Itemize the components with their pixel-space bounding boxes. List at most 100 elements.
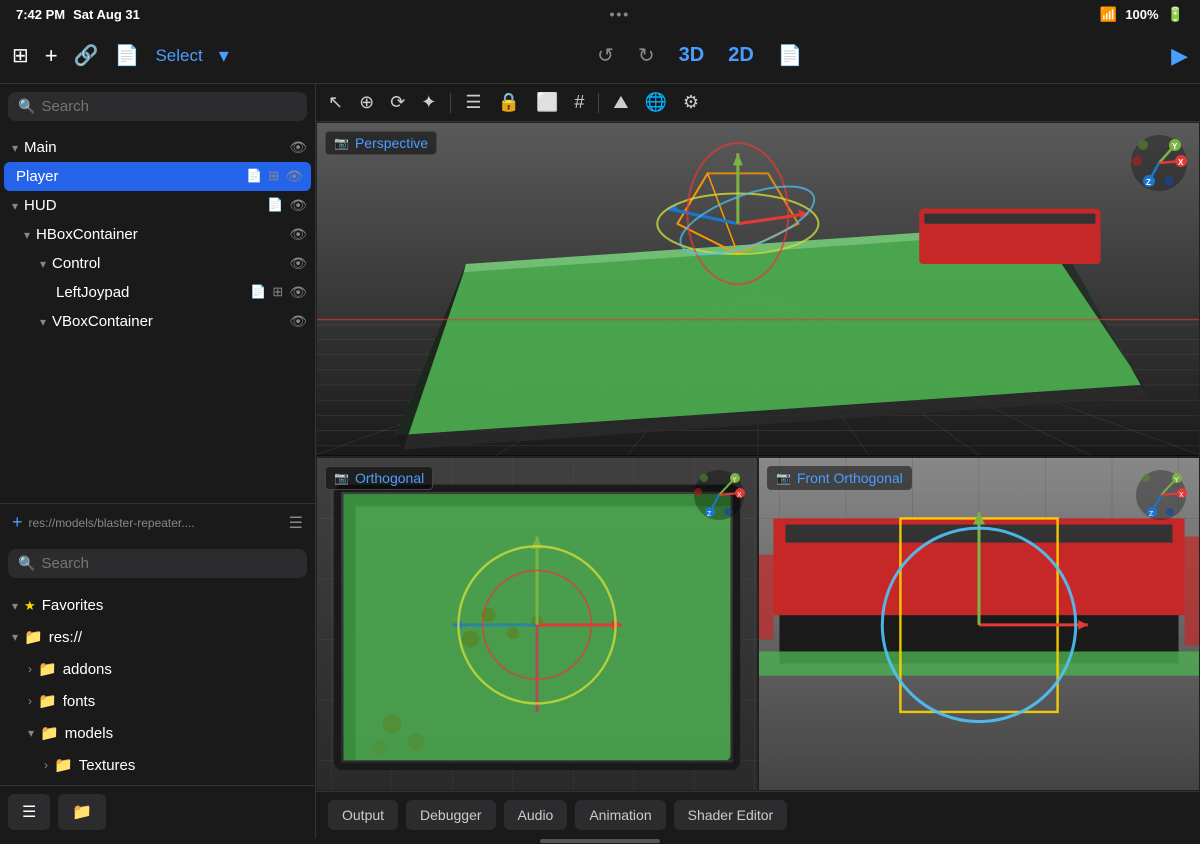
list-tool[interactable]: ☰	[461, 90, 485, 115]
fs-item-textures[interactable]: › 📁 Textures	[0, 749, 315, 781]
redo-icon[interactable]: ↻	[638, 43, 655, 68]
doc-icon-hud[interactable]: 📄	[267, 197, 283, 214]
file-new-icon[interactable]: 📄	[778, 43, 803, 68]
filter-icon[interactable]: ☰	[289, 513, 303, 533]
play-icon[interactable]: ▶	[1171, 43, 1188, 69]
sep1	[450, 93, 451, 113]
audio-tab[interactable]: Audio	[504, 800, 568, 830]
viewport-front-orthogonal[interactable]: 📷 Front Orthogonal Y X Z	[758, 457, 1200, 792]
add-resource-bar[interactable]: + res://models/blaster-repeater.... ☰	[0, 503, 315, 541]
btn-2d[interactable]: 2D	[728, 44, 754, 67]
fs-item-fonts[interactable]: › 📁 fonts	[0, 685, 315, 717]
chevron-addons: ›	[28, 662, 32, 676]
settings-tool[interactable]: ⚙	[679, 90, 703, 115]
viewports-grid: 📷 Perspective Y X	[316, 122, 1200, 791]
rotate-tool[interactable]: ⟳	[386, 90, 409, 115]
link-icon[interactable]: 🔗	[74, 43, 99, 68]
select-button[interactable]: Select	[155, 46, 202, 66]
battery-label: 100%	[1125, 7, 1158, 22]
grid-tool[interactable]: #	[570, 90, 588, 115]
dots: •••	[610, 6, 631, 22]
fs-search-box[interactable]: 🔍	[8, 549, 307, 578]
grid-icon-player[interactable]: ⊞	[268, 168, 279, 185]
svg-text:Z: Z	[1149, 511, 1154, 518]
rect-tool[interactable]: ⬜	[532, 90, 562, 115]
svg-text:Z: Z	[1146, 178, 1151, 187]
fs-label-res: res://	[49, 629, 82, 646]
tree-item-hboxcontainer[interactable]: ▾ HBoxContainer 👁	[0, 220, 315, 249]
doc-icon-leftjoypad[interactable]: 📄	[250, 284, 266, 301]
shader-editor-tab[interactable]: Shader Editor	[674, 800, 788, 830]
eye-icon-vbox[interactable]: 👁	[289, 313, 307, 330]
svg-text:Z: Z	[707, 511, 712, 518]
tree-label-hud: HUD	[24, 197, 263, 214]
animation-tab[interactable]: Animation	[575, 800, 665, 830]
sidebar: 🔍 ▾ Main 👁 Player 📄 ⊞ 👁	[0, 84, 316, 838]
tree-item-hud[interactable]: ▾ HUD 📄 👁	[0, 191, 315, 220]
filesystem-button[interactable]: 📁	[58, 794, 106, 830]
folder-icon-textures: 📁	[54, 756, 73, 774]
tree-item-control[interactable]: ▾ Control 👁	[0, 249, 315, 278]
lock-tool[interactable]: 🔒	[494, 90, 524, 115]
eye-icon-hbox[interactable]: 👁	[289, 226, 307, 243]
chevron-hbox: ▾	[24, 228, 30, 242]
cam-icon-ortho: 📷	[334, 471, 349, 485]
status-bar: 7:42 PM Sat Aug 31 ••• 📶 100% 🔋	[0, 0, 1200, 28]
doc-icon[interactable]: 📄	[115, 43, 140, 68]
viewport-perspective[interactable]: 📷 Perspective Y X	[316, 122, 1200, 457]
fs-item-models[interactable]: ▾ 📁 models	[0, 717, 315, 749]
orthogonal-text: Orthogonal	[355, 470, 424, 486]
tree-item-main[interactable]: ▾ Main 👁	[0, 133, 315, 162]
move-tool[interactable]: ⊕	[355, 90, 378, 115]
doc-icon-player[interactable]: 📄	[246, 168, 262, 185]
scene-search-box[interactable]: 🔍	[8, 92, 307, 121]
eye-icon-leftjoypad[interactable]: 👁	[289, 284, 307, 301]
cam-icon-front: 📷	[776, 471, 791, 485]
fs-label-textures: Textures	[79, 757, 136, 774]
cursor-tool[interactable]: ↖	[324, 90, 347, 115]
terrain-tool[interactable]: ⛰	[609, 90, 632, 115]
eye-icon-hud[interactable]: 👁	[289, 197, 307, 214]
tree-item-player[interactable]: Player 📄 ⊞ 👁	[4, 162, 311, 191]
chevron-down-icon[interactable]: ▾	[219, 43, 229, 68]
globe-tool[interactable]: 🌐	[641, 90, 671, 115]
fs-label-models: models	[65, 725, 113, 742]
fs-tree: ▾ ★ Favorites ▾ 📁 res:// › 📁 addons › 📁 …	[0, 586, 315, 785]
add-resource-icon: +	[12, 512, 23, 533]
cam-icon-perspective: 📷	[334, 136, 349, 150]
scene-list-button[interactable]: ☰	[8, 794, 50, 830]
svg-text:Y: Y	[1172, 142, 1178, 151]
viewport-orthogonal[interactable]: 📷 Orthogonal Y X Z	[316, 457, 758, 792]
output-tab[interactable]: Output	[328, 800, 398, 830]
svg-text:Y: Y	[732, 477, 737, 484]
btn-3d[interactable]: 3D	[679, 44, 705, 67]
eye-icon-control[interactable]: 👁	[289, 255, 307, 272]
star-icon: ★	[24, 598, 36, 614]
fs-item-favorites[interactable]: ▾ ★ Favorites	[0, 590, 315, 621]
grid-icon-leftjoypad[interactable]: ⊞	[272, 284, 283, 301]
debugger-tab[interactable]: Debugger	[406, 800, 496, 830]
viewport-area: ↖ ⊕ ⟳ ✦ ☰ 🔒 ⬜ # ⛰ 🌐 ⚙	[316, 84, 1200, 838]
tree-item-leftjoypad[interactable]: LeftJoypad 📄 ⊞ 👁	[0, 278, 315, 307]
fs-search-input[interactable]	[41, 555, 297, 572]
bottom-tabs: Output Debugger Audio Animation Shader E…	[316, 791, 1200, 838]
eye-icon-main[interactable]: 👁	[289, 139, 307, 156]
eye-icon-player[interactable]: 👁	[285, 168, 303, 185]
scale-tool[interactable]: ✦	[417, 90, 440, 115]
sidebar-bottom: ☰ 📁	[0, 785, 315, 838]
undo-icon[interactable]: ↺	[597, 43, 614, 68]
wifi-icon: 📶	[1100, 6, 1117, 23]
scene-search-icon: 🔍	[18, 98, 35, 115]
chevron-main: ▾	[12, 141, 18, 155]
tree-item-vboxcontainer[interactable]: ▾ VBoxContainer 👁	[0, 307, 315, 336]
layout-icon[interactable]: ⊞	[12, 43, 29, 68]
add-icon[interactable]: +	[45, 43, 58, 69]
fs-item-res[interactable]: ▾ 📁 res://	[0, 621, 315, 653]
tree-label-leftjoypad: LeftJoypad	[56, 284, 246, 301]
orthogonal-gizmo: Y X Z	[692, 468, 747, 528]
battery-icon: 🔋	[1167, 6, 1184, 23]
scene-search-input[interactable]	[41, 98, 297, 115]
fs-label-favorites: Favorites	[42, 597, 104, 614]
fs-item-addons[interactable]: › 📁 addons	[0, 653, 315, 685]
sep2	[598, 93, 599, 113]
